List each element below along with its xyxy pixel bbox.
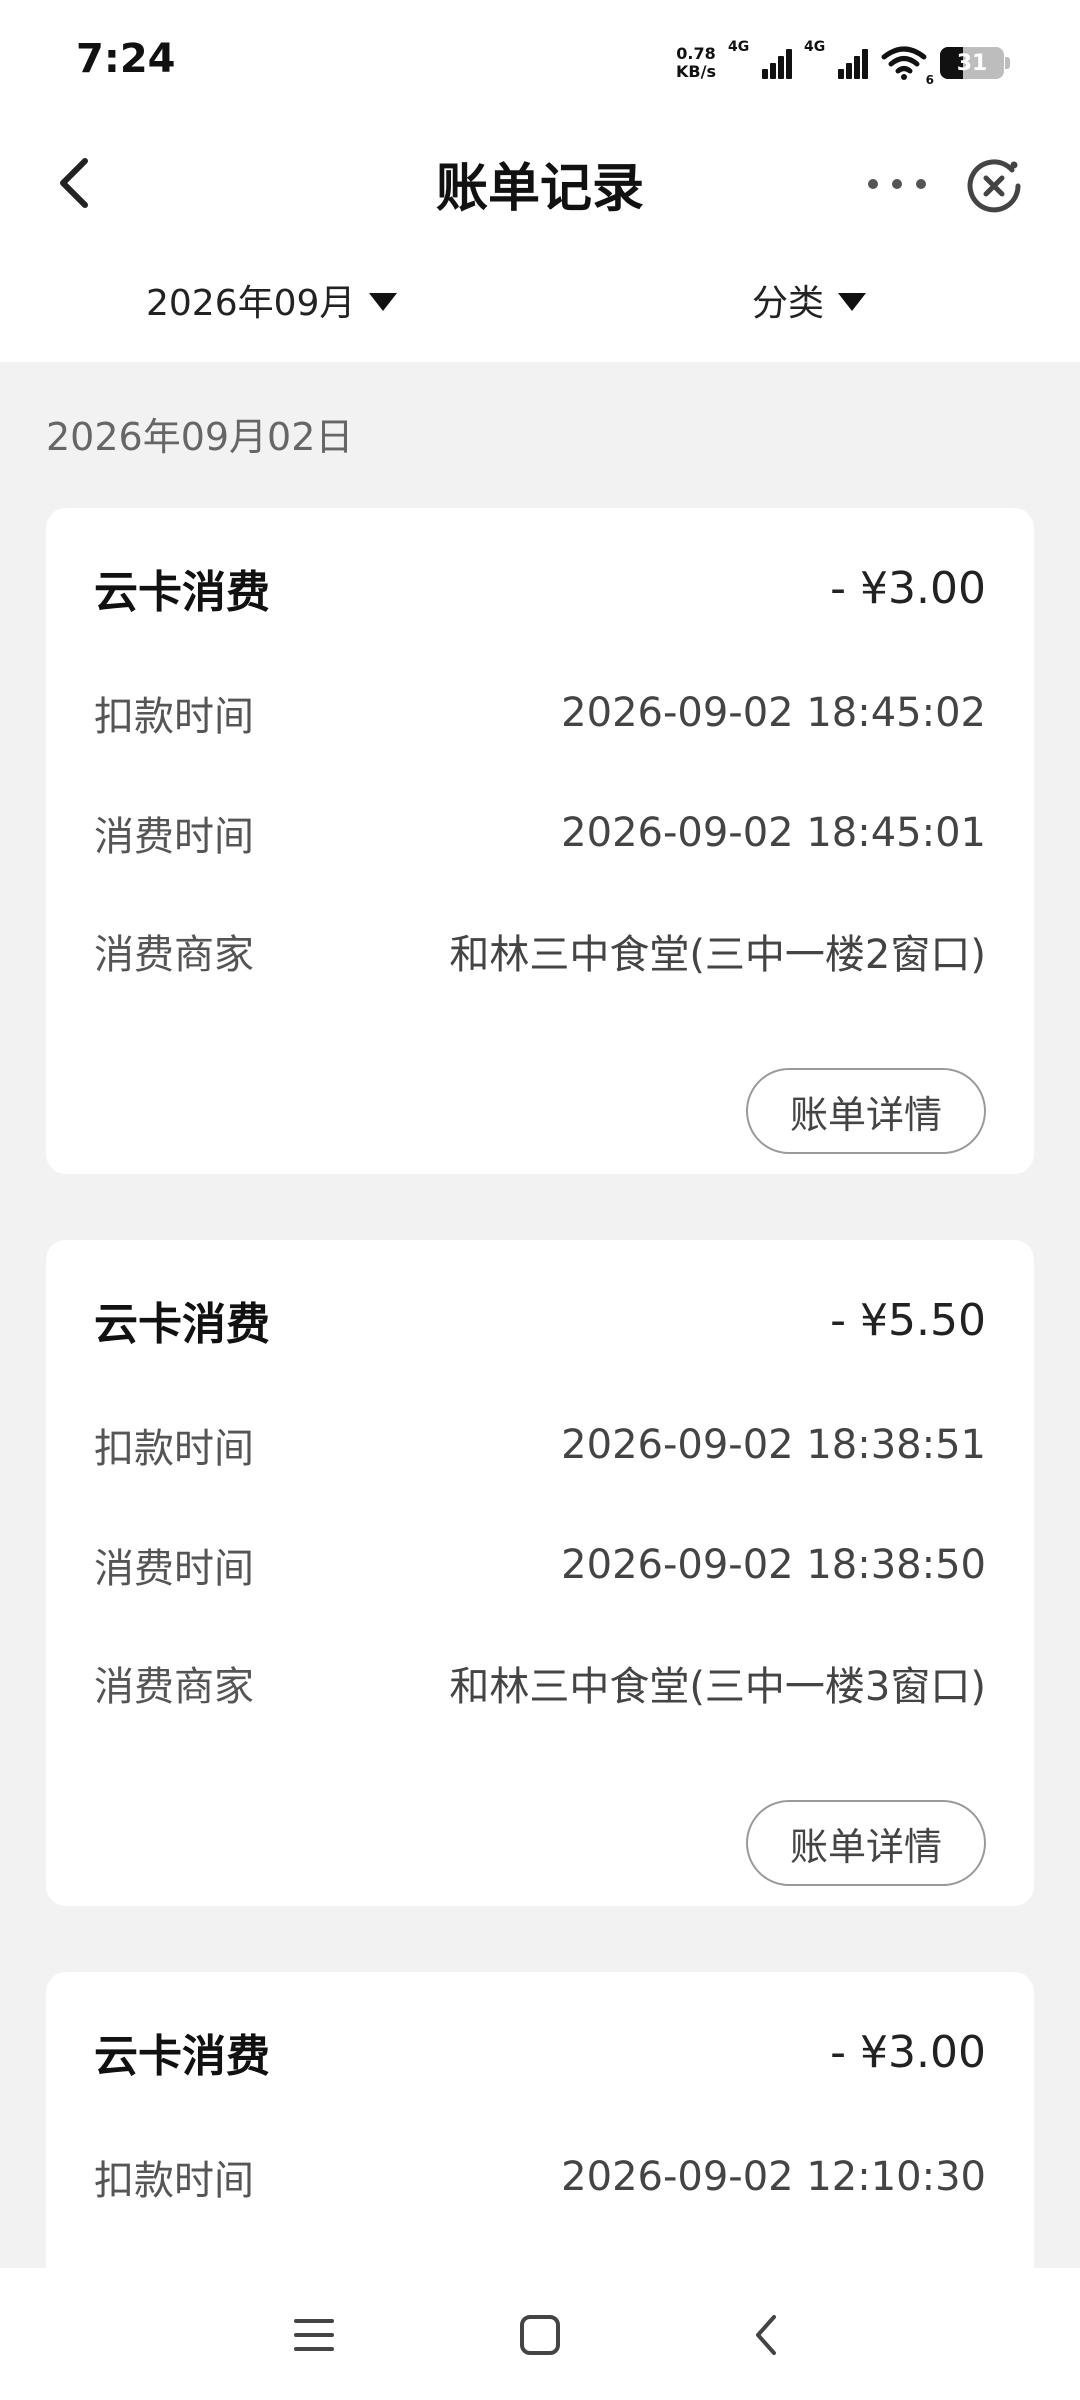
- menu-icon: [294, 2319, 334, 2351]
- caret-down-icon: [838, 293, 867, 311]
- bill-type: 云卡消费: [94, 567, 270, 618]
- status-indicators: 0.78 KB/s 4G 4G 6 31: [676, 38, 1010, 88]
- consume-time-label: 消费时间: [94, 814, 254, 860]
- home-square-icon: [520, 2315, 560, 2355]
- deduct-time-label: 扣款时间: [94, 694, 254, 740]
- close-button[interactable]: [962, 154, 1026, 218]
- month-filter[interactable]: 2026年09月: [146, 274, 398, 326]
- merchant-value: 和林三中食堂(三中一楼3窗口): [449, 1664, 986, 1710]
- merchant-label: 消费商家: [94, 932, 254, 978]
- consume-time-label: 消费时间: [94, 1546, 254, 1592]
- filter-bar: 2026年09月 分类: [0, 240, 1080, 362]
- bill-card[interactable]: 云卡消费 - ¥3.00 扣款时间 2026-09-02 18:45:02 消费…: [46, 508, 1034, 1174]
- network-type-2: 4G: [804, 39, 826, 55]
- battery-icon: 31: [940, 47, 1010, 79]
- date-group-header: 2026年09月02日: [46, 415, 354, 459]
- back-chevron-icon: [756, 2315, 776, 2355]
- bill-detail-button[interactable]: 账单详情: [746, 1800, 986, 1886]
- close-circle-icon: [967, 159, 1021, 213]
- bill-amount: - ¥5.50: [830, 1294, 986, 1346]
- network-type-1: 4G: [728, 39, 750, 55]
- bill-amount: - ¥3.00: [830, 562, 986, 614]
- deduct-time-label: 扣款时间: [94, 1426, 254, 1472]
- caret-down-icon: [369, 293, 398, 311]
- home-button[interactable]: [500, 2300, 580, 2370]
- bill-type: 云卡消费: [94, 1299, 270, 1350]
- bill-type: 云卡消费: [94, 2031, 270, 2082]
- deduct-time-value: 2026-09-02 12:10:30: [561, 2154, 986, 2200]
- recent-apps-button[interactable]: [274, 2300, 354, 2370]
- deduct-time-value: 2026-09-02 18:38:51: [561, 1422, 986, 1468]
- merchant-value: 和林三中食堂(三中一楼2窗口): [449, 932, 986, 978]
- merchant-label: 消费商家: [94, 1664, 254, 1710]
- wifi-label: 6: [925, 73, 934, 87]
- system-nav-bar: [0, 2268, 1080, 2400]
- battery-level: 31: [956, 50, 988, 76]
- bill-card[interactable]: 云卡消费 - ¥5.50 扣款时间 2026-09-02 18:38:51 消费…: [46, 1240, 1034, 1906]
- month-filter-label: 2026年09月: [146, 283, 356, 324]
- category-filter[interactable]: 分类: [752, 274, 867, 326]
- more-button[interactable]: [842, 154, 952, 214]
- status-bar: 7:24 0.78 KB/s 4G 4G 6 31: [0, 0, 1080, 124]
- deduct-time-label: 扣款时间: [94, 2158, 254, 2204]
- more-dots-icon: [868, 179, 926, 189]
- net-speed: 0.78 KB/s: [676, 45, 716, 81]
- consume-time-value: 2026-09-02 18:38:50: [561, 1542, 986, 1588]
- bill-detail-button[interactable]: 账单详情: [746, 1068, 986, 1154]
- status-time: 7:24: [76, 36, 176, 82]
- deduct-time-value: 2026-09-02 18:45:02: [561, 690, 986, 736]
- nav-bar: 账单记录: [0, 124, 1080, 240]
- system-back-button[interactable]: [726, 2300, 806, 2370]
- signal-icon-2: 4G: [804, 39, 868, 79]
- consume-time-value: 2026-09-02 18:45:01: [561, 810, 986, 856]
- wifi-icon: 6: [880, 45, 934, 87]
- signal-icon-1: 4G: [728, 39, 792, 79]
- net-speed-value: 0.78: [676, 44, 716, 63]
- bill-amount: - ¥3.00: [830, 2026, 986, 2078]
- net-speed-unit: KB/s: [676, 62, 716, 81]
- category-filter-label: 分类: [752, 283, 825, 324]
